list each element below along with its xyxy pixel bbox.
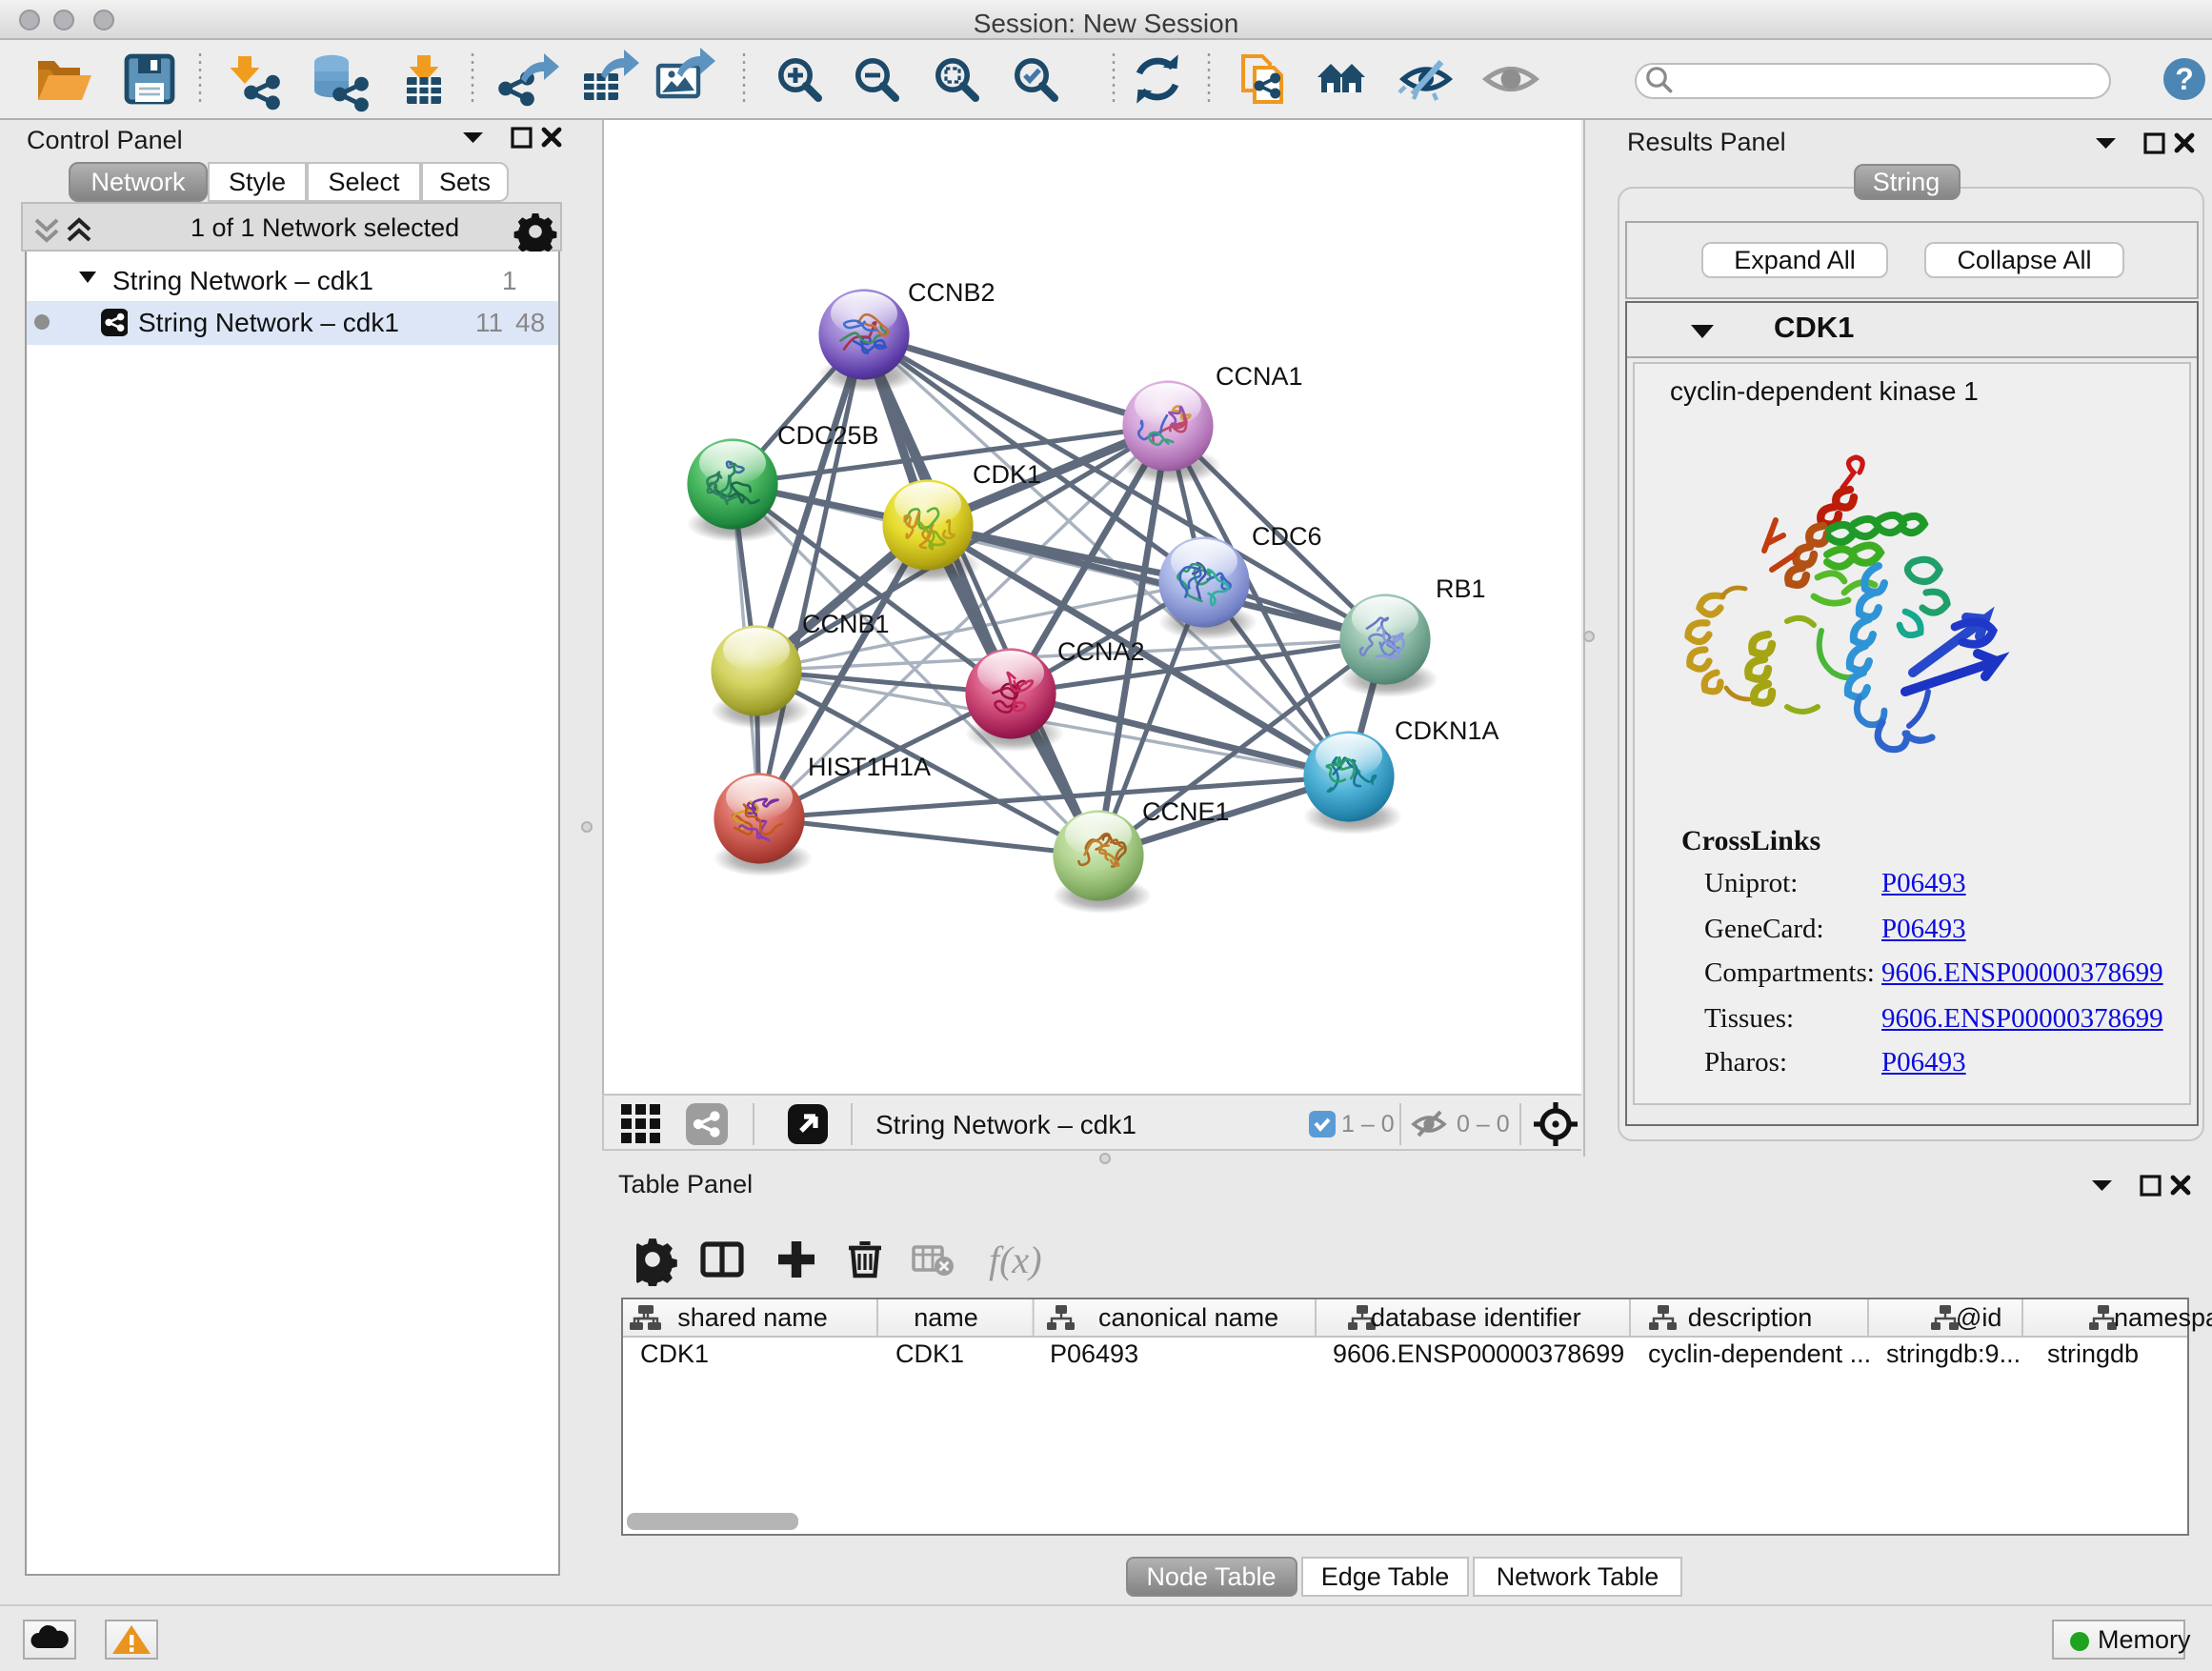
svg-text:CCNA1: CCNA1 (1215, 362, 1302, 391)
svg-text:CDKN1A: CDKN1A (1394, 716, 1498, 745)
svg-text:CDC25B: CDC25B (776, 421, 878, 450)
svg-text:?: ? (2175, 62, 2194, 96)
svg-text:CCNA2: CCNA2 (1056, 637, 1144, 666)
svg-text:CDC6: CDC6 (1251, 522, 1321, 551)
svg-text:f(x): f(x) (989, 1238, 1042, 1280)
svg-text:CDK1: CDK1 (972, 460, 1040, 489)
svg-text:HIST1H1A: HIST1H1A (807, 753, 930, 781)
svg-text:CCNB1: CCNB1 (801, 610, 889, 638)
svg-text:0 – 0: 0 – 0 (1456, 1110, 1509, 1137)
svg-text:1 – 0: 1 – 0 (1340, 1110, 1394, 1137)
svg-text:CCNE1: CCNE1 (1141, 797, 1229, 826)
svg-text:RB1: RB1 (1435, 574, 1485, 603)
svg-text:CCNB2: CCNB2 (907, 278, 995, 307)
